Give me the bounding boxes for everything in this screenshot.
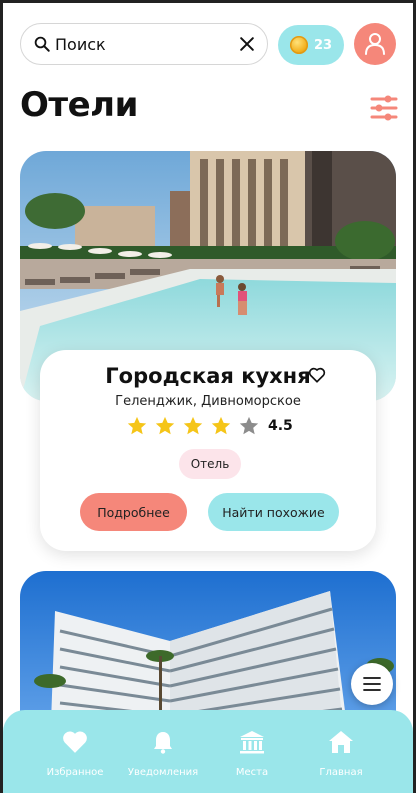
user-icon xyxy=(365,33,385,55)
nav-notifications-label: Уведомления xyxy=(127,767,199,778)
hamburger-menu-icon xyxy=(363,677,381,691)
page-title: Отели xyxy=(20,85,138,125)
profile-avatar-button[interactable] xyxy=(354,23,396,65)
coin-icon xyxy=(289,36,308,54)
search-input[interactable] xyxy=(55,34,225,54)
bell-icon xyxy=(154,732,172,754)
star-icon xyxy=(183,416,203,435)
heart-icon xyxy=(63,731,87,753)
star-icon xyxy=(211,416,231,435)
home-icon xyxy=(329,731,353,753)
filter-icon[interactable] xyxy=(370,95,398,121)
nav-home-label: Главная xyxy=(319,767,363,778)
rating-value: 4.5 xyxy=(268,418,293,434)
find-similar-button[interactable]: Найти похожие xyxy=(208,493,339,531)
nav-places-label: Места xyxy=(235,767,269,778)
details-button[interactable]: Подробнее xyxy=(80,493,187,531)
hotel-type-badge: Отель xyxy=(179,449,241,479)
coins-count: 23 xyxy=(313,37,333,53)
nav-favorites[interactable]: Избранное xyxy=(35,730,115,779)
hotel-location: Геленджик, Дивноморское xyxy=(115,394,301,409)
star-icon xyxy=(127,416,147,435)
nav-home[interactable]: Главная xyxy=(301,730,381,779)
close-icon[interactable] xyxy=(237,34,257,54)
nav-places[interactable]: Места xyxy=(212,730,292,779)
app-screen: 23 Отели xyxy=(3,3,413,793)
nav-notifications[interactable]: Уведомления xyxy=(123,730,203,779)
nav-favorites-label: Избранное xyxy=(46,767,104,778)
hotel-info-card: Городская кухня Геленджик, Дивноморское … xyxy=(40,350,376,551)
star-icon-empty xyxy=(239,416,259,435)
search-icon xyxy=(34,36,50,52)
rating-stars: 4.5 xyxy=(126,415,293,437)
coins-badge[interactable]: 23 xyxy=(278,25,344,65)
star-icon xyxy=(155,416,175,435)
menu-button[interactable] xyxy=(351,663,393,705)
search-bar[interactable] xyxy=(20,23,268,65)
museum-icon xyxy=(240,731,264,754)
bottom-nav: Избранное Уведомления Места Главная xyxy=(3,710,413,793)
heart-icon[interactable] xyxy=(308,366,326,384)
